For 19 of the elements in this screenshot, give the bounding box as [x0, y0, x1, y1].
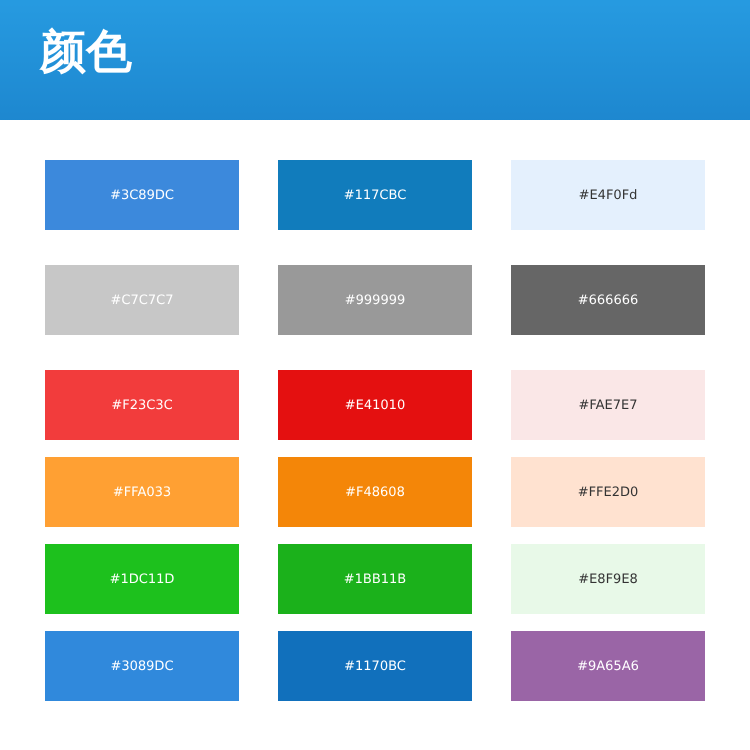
color-swatch: #E41010 — [278, 370, 472, 440]
color-swatch: #F48608 — [278, 457, 472, 527]
color-swatch: #1170BC — [278, 631, 472, 701]
color-swatch: #FFE2D0 — [511, 457, 705, 527]
color-swatch: #999999 — [278, 265, 472, 335]
color-swatch: #666666 — [511, 265, 705, 335]
color-swatch: #3C89DC — [45, 160, 239, 230]
color-swatch: #FAE7E7 — [511, 370, 705, 440]
color-swatch: #E8F9E8 — [511, 544, 705, 614]
color-swatch: #117CBC — [278, 160, 472, 230]
color-swatch: #FFA033 — [45, 457, 239, 527]
color-swatch: #1BB11B — [278, 544, 472, 614]
color-swatch: #E4F0Fd — [511, 160, 705, 230]
page-title: 颜色 — [40, 24, 132, 80]
color-swatch: #1DC11D — [45, 544, 239, 614]
color-swatch: #9A65A6 — [511, 631, 705, 701]
color-swatch: #3089DC — [45, 631, 239, 701]
color-swatch: #C7C7C7 — [45, 265, 239, 335]
color-swatch: #F23C3C — [45, 370, 239, 440]
